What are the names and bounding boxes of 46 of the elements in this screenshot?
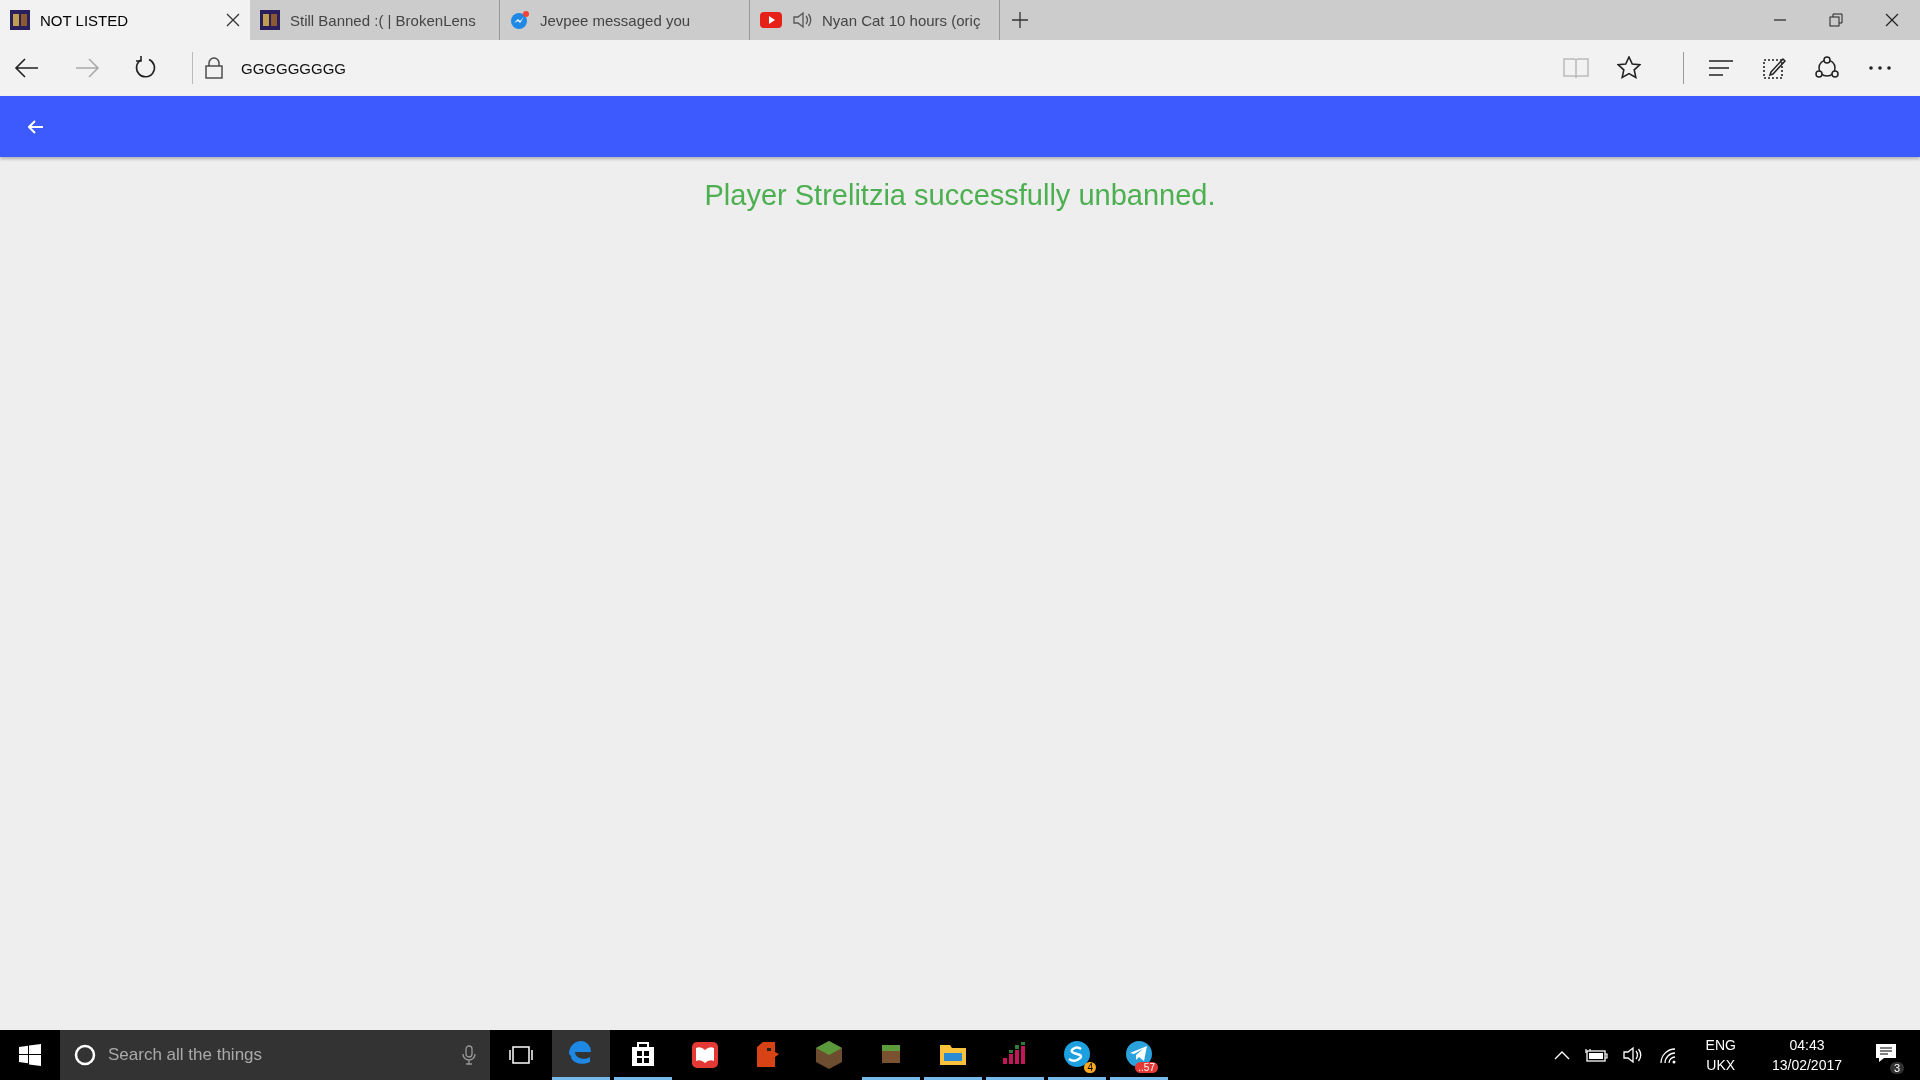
new-tab-icon[interactable] xyxy=(1010,10,1030,30)
clock-time[interactable]: 04:43 xyxy=(1789,1037,1825,1053)
book-icon xyxy=(689,1039,721,1071)
close-icon[interactable] xyxy=(1885,13,1899,27)
windows-start-icon[interactable] xyxy=(19,1044,41,1066)
tab-title: Jevpee messaged you xyxy=(540,11,692,29)
back-icon[interactable] xyxy=(14,57,40,79)
battery-icon[interactable] xyxy=(1583,1048,1608,1062)
back-arrow-icon[interactable] xyxy=(28,119,44,134)
chevron-up-icon[interactable] xyxy=(1553,1050,1570,1060)
search-box[interactable]: Search all the things xyxy=(60,1030,490,1080)
site-logo-icon xyxy=(260,10,280,30)
taskbar-app-button[interactable]: ..57 xyxy=(1110,1030,1168,1080)
restore-icon[interactable] xyxy=(1829,13,1843,27)
wifi-icon[interactable] xyxy=(1657,1046,1678,1064)
notification-count: 3 xyxy=(1889,1062,1904,1074)
site-logo-icon xyxy=(10,10,30,30)
more-icon[interactable] xyxy=(1868,65,1892,71)
action-center-icon[interactable] xyxy=(1874,1042,1898,1064)
taskbar-app-button[interactable]: 4 xyxy=(1048,1030,1106,1080)
cortana-icon xyxy=(74,1044,96,1066)
web-note-icon[interactable] xyxy=(1762,56,1786,80)
hub-icon[interactable] xyxy=(1708,58,1734,78)
microphone-icon[interactable] xyxy=(462,1045,476,1065)
speaker-icon[interactable] xyxy=(1621,1046,1644,1064)
notification-badge: ..57 xyxy=(1135,1062,1158,1073)
close-icon[interactable] xyxy=(226,13,240,27)
padlock-icon xyxy=(205,57,223,79)
tab-title: Nyan Cat 10 hours (oriç xyxy=(822,11,982,29)
star-icon[interactable] xyxy=(1617,56,1641,80)
keyboard-layout[interactable]: UKX xyxy=(1706,1057,1736,1073)
play-button-icon xyxy=(760,12,782,28)
share-icon[interactable] xyxy=(1814,56,1840,80)
clock-date[interactable]: 13/02/2017 xyxy=(1771,1057,1842,1073)
input-language[interactable]: ENG xyxy=(1705,1037,1736,1053)
browser-tab[interactable]: NOT LISTED xyxy=(0,0,250,40)
chat-bubble-icon xyxy=(510,10,530,30)
search-field[interactable]: Search all the things xyxy=(106,1044,452,1066)
taskbar-app-button[interactable] xyxy=(552,1030,610,1080)
success-message: Player Strelitzia successfully unbanned. xyxy=(704,179,1216,213)
grass-block-icon xyxy=(813,1039,845,1071)
task-view-icon[interactable] xyxy=(508,1045,534,1065)
tab-title: NOT LISTED xyxy=(40,11,130,29)
refresh-icon[interactable] xyxy=(134,56,158,80)
tab-title: Still Banned :( | BrokenLens xyxy=(290,11,477,29)
notification-badge: 4 xyxy=(1084,1062,1096,1073)
